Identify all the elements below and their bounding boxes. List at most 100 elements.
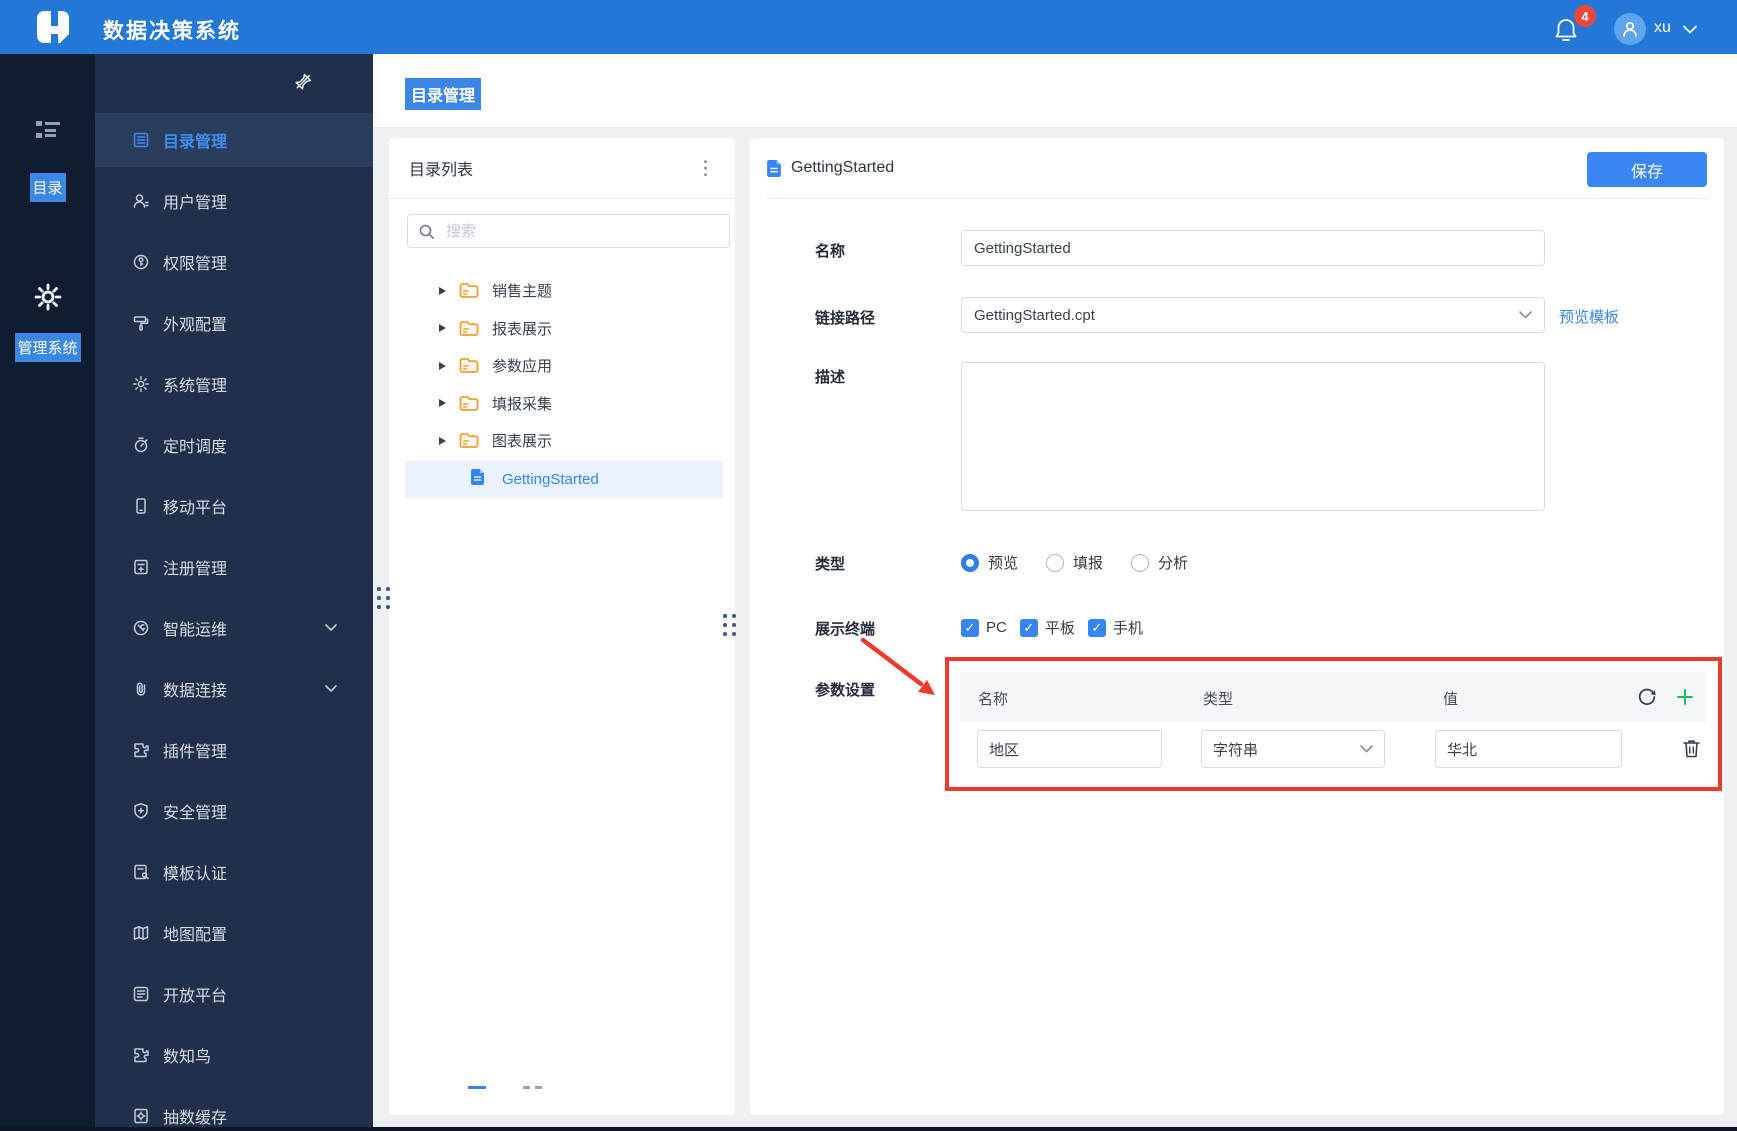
sidebar-item-catalog-management[interactable]: 目录管理 bbox=[95, 113, 373, 167]
sidebar-item-user-management[interactable]: 用户管理 bbox=[95, 174, 373, 228]
caret-right-icon[interactable] bbox=[439, 361, 446, 370]
unpin-sidebar-icon[interactable] bbox=[292, 72, 313, 93]
checkbox-checked-icon[interactable]: ✓ bbox=[1087, 618, 1106, 637]
sidebar-item-registration-management[interactable]: 注册管理 bbox=[95, 540, 373, 594]
stopwatch-icon bbox=[132, 436, 150, 454]
type-label: 类型 bbox=[815, 556, 846, 573]
terminal-option-tablet[interactable]: ✓ 平板 bbox=[1019, 617, 1075, 638]
admin-gear-nav-icon[interactable] bbox=[33, 282, 63, 312]
panel-resize-handle[interactable] bbox=[723, 614, 736, 636]
rail-label-admin-system[interactable]: 管理系统 bbox=[14, 333, 81, 362]
tree-folder-parameter-apps[interactable]: 参数应用 bbox=[389, 347, 735, 385]
add-parameter-plus-icon[interactable] bbox=[1676, 688, 1694, 706]
sidebar-resize-handle[interactable] bbox=[377, 587, 390, 609]
directory-nav-icon[interactable] bbox=[32, 116, 64, 146]
param-value-input[interactable] bbox=[1435, 730, 1622, 768]
preview-template-link[interactable]: 预览模板 bbox=[1559, 306, 1619, 327]
sidebar-item-label: 外观配置 bbox=[163, 317, 228, 334]
parameter-settings-label: 参数设置 bbox=[815, 682, 876, 699]
name-input[interactable] bbox=[961, 230, 1545, 266]
rail-label-directory[interactable]: 目录 bbox=[29, 173, 66, 202]
param-header-name: 名称 bbox=[978, 691, 1009, 708]
avatar[interactable] bbox=[1614, 13, 1646, 45]
search-icon bbox=[419, 224, 434, 239]
sidebar-item-plugin-management[interactable]: 插件管理 bbox=[95, 723, 373, 777]
tree-item-label: GettingStarted bbox=[502, 471, 599, 488]
detail-title: GettingStarted bbox=[791, 159, 895, 176]
parameter-table-header: 名称 类型 值 bbox=[960, 672, 1706, 722]
sidebar-item-scheduled-tasks[interactable]: 定时调度 bbox=[95, 418, 373, 472]
catalog-search-box[interactable] bbox=[407, 214, 730, 248]
bottom-edge-strip bbox=[0, 1127, 1737, 1131]
tree-folder-label: 报表展示 bbox=[492, 320, 553, 338]
checkbox-label: 平板 bbox=[1044, 620, 1075, 637]
sidebar-item-shuzhiniao[interactable]: 数知鸟 bbox=[95, 1028, 373, 1082]
radio-unselected-icon[interactable] bbox=[1046, 553, 1065, 572]
link-path-select[interactable]: GettingStarted.cpt bbox=[961, 297, 1545, 333]
top-bar: 数据决策系统 4 xu bbox=[0, 0, 1737, 54]
param-name-input[interactable] bbox=[977, 730, 1162, 768]
app-title: 数据决策系统 bbox=[103, 20, 241, 43]
sidebar-item-permission-management[interactable]: 权限管理 bbox=[95, 235, 373, 289]
tab-catalog-management[interactable]: 目录管理 bbox=[405, 78, 482, 110]
user-menu-chevron-down-icon[interactable] bbox=[1683, 25, 1697, 34]
sidebar-item-label: 定时调度 bbox=[163, 439, 228, 456]
caret-right-icon[interactable] bbox=[439, 324, 446, 333]
chevron-down-icon bbox=[1519, 311, 1532, 319]
search-input[interactable] bbox=[444, 221, 719, 241]
tree-item-gettingstarted-selected[interactable]: GettingStarted bbox=[405, 461, 723, 498]
partial-tree-item-fragment bbox=[468, 1086, 486, 1089]
partial-tree-item-fragment bbox=[535, 1086, 542, 1089]
sidebar-item-template-certification[interactable]: 模板认证 bbox=[95, 845, 373, 899]
caret-right-icon[interactable] bbox=[439, 286, 446, 295]
sidebar-item-map-config[interactable]: 地图配置 bbox=[95, 906, 373, 960]
user-management-icon bbox=[132, 192, 150, 210]
sidebar-item-appearance-config[interactable]: 外观配置 bbox=[95, 296, 373, 350]
wrench-circle-icon bbox=[132, 619, 150, 637]
tree-folder-data-entry[interactable]: 填报采集 bbox=[389, 385, 735, 423]
sidebar-item-data-connection[interactable]: 数据连接 bbox=[95, 662, 373, 716]
sidebar-item-label: 移动平台 bbox=[163, 500, 228, 517]
sidebar-item-label: 系统管理 bbox=[163, 378, 228, 395]
terminal-checkbox-group: ✓ PC ✓ 平板 ✓ 手机 bbox=[961, 617, 1143, 638]
catalog-list-header: 目录列表 ⋮ bbox=[389, 138, 735, 199]
folder-icon bbox=[459, 320, 479, 337]
save-button[interactable]: 保存 bbox=[1587, 152, 1707, 187]
type-option-analysis[interactable]: 分析 bbox=[1131, 552, 1188, 573]
type-option-entry[interactable]: 填报 bbox=[1046, 552, 1103, 573]
delete-row-trash-icon[interactable] bbox=[1682, 738, 1701, 759]
sidebar-item-intelligent-ops[interactable]: 智能运维 bbox=[95, 601, 373, 655]
more-options-kebab-icon[interactable]: ⋮ bbox=[696, 159, 715, 178]
description-textarea[interactable] bbox=[961, 362, 1545, 511]
partial-tree-item-fragment bbox=[523, 1086, 530, 1089]
tree-folder-report-display[interactable]: 报表展示 bbox=[389, 310, 735, 348]
catalog-list-panel: 目录列表 ⋮ 销售主题 报表展示 bbox=[389, 138, 735, 1115]
catalog-icon bbox=[132, 131, 150, 149]
sidebar-item-mobile-platform[interactable]: 移动平台 bbox=[95, 479, 373, 533]
sidebar-item-label: 安全管理 bbox=[163, 805, 228, 822]
refresh-icon[interactable] bbox=[1636, 686, 1658, 708]
caret-right-icon[interactable] bbox=[439, 436, 446, 445]
document-plus-icon bbox=[132, 558, 150, 576]
sidebar-item-label: 用户管理 bbox=[163, 195, 228, 212]
user-icon bbox=[1623, 21, 1637, 37]
radio-selected-icon[interactable] bbox=[961, 553, 979, 572]
terminal-option-mobile[interactable]: ✓ 手机 bbox=[1087, 617, 1143, 638]
sidebar-item-data-cache[interactable]: 抽数缓存 bbox=[95, 1089, 373, 1131]
param-type-select[interactable]: 字符串 bbox=[1201, 730, 1385, 768]
checkbox-checked-icon[interactable]: ✓ bbox=[1019, 618, 1038, 637]
tree-folder-chart-display[interactable]: 图表展示 bbox=[389, 422, 735, 460]
param-type-value: 字符串 bbox=[1213, 741, 1259, 759]
checkbox-checked-icon[interactable]: ✓ bbox=[961, 618, 979, 637]
paperclip-icon bbox=[132, 680, 150, 698]
radio-unselected-icon[interactable] bbox=[1131, 553, 1150, 572]
sidebar-item-security-management[interactable]: 安全管理 bbox=[95, 784, 373, 838]
terminal-option-pc[interactable]: ✓ PC bbox=[961, 618, 1007, 637]
type-option-preview[interactable]: 预览 bbox=[961, 552, 1018, 573]
tree-folder-sales-theme[interactable]: 销售主题 bbox=[389, 272, 735, 310]
caret-right-icon[interactable] bbox=[439, 399, 446, 408]
radio-label: 预览 bbox=[988, 555, 1019, 572]
sidebar-item-system-management[interactable]: 系统管理 bbox=[95, 357, 373, 411]
sidebar-item-open-platform[interactable]: 开放平台 bbox=[95, 967, 373, 1021]
report-file-icon bbox=[470, 468, 485, 491]
